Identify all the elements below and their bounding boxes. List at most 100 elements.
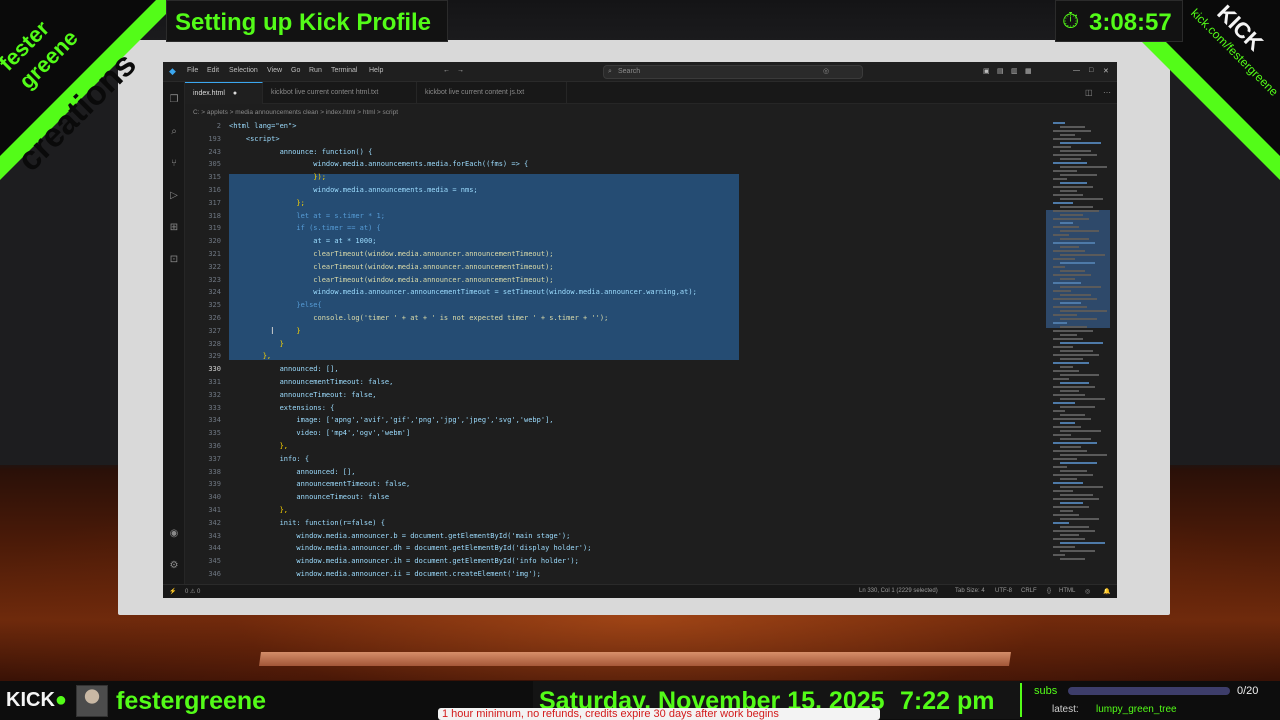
minimap-line xyxy=(1053,554,1065,556)
minimap-line xyxy=(1053,346,1073,348)
code-line[interactable]: }, xyxy=(229,506,288,514)
extensions-icon[interactable]: ⊞ xyxy=(168,222,180,234)
code-line[interactable]: image: ['apng','avif','gif','png','jpg',… xyxy=(229,416,553,424)
line-number: 316 xyxy=(208,186,221,194)
maximize-icon[interactable]: □ xyxy=(1089,67,1093,74)
menu-file[interactable]: File xyxy=(187,67,198,74)
code-line[interactable]: window.media.announcer.announcementTimeo… xyxy=(229,288,697,296)
code-line[interactable]: clearTimeout(window.media.announcer.anno… xyxy=(229,263,553,271)
text-cursor-icon: I xyxy=(271,326,274,337)
minimap-line xyxy=(1060,254,1105,256)
code-line[interactable]: }; xyxy=(229,199,304,207)
code-line[interactable]: window.media.announcements.media = nms; xyxy=(229,186,477,194)
code-line[interactable]: announce: function() { xyxy=(229,148,373,156)
nav-back-icon[interactable]: ← xyxy=(443,67,450,74)
minimap-line xyxy=(1060,510,1073,512)
code-line[interactable]: <html lang="en"> xyxy=(229,122,296,130)
menu-edit[interactable]: Edit xyxy=(207,67,219,74)
code-line[interactable]: window.media.announcer.ii = document.cre… xyxy=(229,570,540,578)
run-debug-icon[interactable]: ▷ xyxy=(168,190,180,202)
menu-view[interactable]: View xyxy=(267,67,282,74)
code-line[interactable]: window.media.announcer.b = document.getE… xyxy=(229,532,570,540)
minimap-line xyxy=(1060,182,1087,184)
code-line[interactable]: window.media.announcements.media.forEach… xyxy=(229,160,528,168)
nav-forward-icon[interactable]: → xyxy=(457,67,464,74)
minimap-line xyxy=(1053,474,1093,476)
code-line[interactable]: announced: [], xyxy=(229,468,355,476)
tab-size[interactable]: Tab Size: 4 xyxy=(955,588,985,594)
menu-help[interactable]: Help xyxy=(369,67,383,74)
account-icon[interactable]: ◉ xyxy=(168,528,180,540)
code-line[interactable]: announced: [], xyxy=(229,365,339,373)
split-editor-icon[interactable]: ◫ xyxy=(1085,88,1093,97)
remote-indicator-icon[interactable]: ⚡ xyxy=(169,588,176,595)
line-number: 326 xyxy=(208,314,221,322)
layout-panel-icon[interactable]: ▤ xyxy=(997,67,1004,75)
code-line[interactable]: announceTimeout: false, xyxy=(229,391,377,399)
code-line[interactable]: init: function(r=false) { xyxy=(229,519,385,527)
code-line[interactable]: announcementTimeout: false, xyxy=(229,378,394,386)
menu-run[interactable]: Run xyxy=(309,67,322,74)
code-line[interactable]: if (s.timer == at) { xyxy=(229,224,380,232)
code-line[interactable]: at = at * 1000; xyxy=(229,237,376,245)
remote-explorer-icon[interactable]: ⊡ xyxy=(168,254,180,266)
braces-icon[interactable]: {} xyxy=(1047,588,1051,594)
menu-selection[interactable]: Selection xyxy=(229,67,258,74)
copilot-status-icon[interactable]: ◎ xyxy=(1085,588,1090,595)
settings-gear-icon[interactable]: ⚙ xyxy=(168,560,180,572)
code-line[interactable]: console.log('timer ' + at + ' is not exp… xyxy=(229,314,608,322)
code-line[interactable]: announceTimeout: false xyxy=(229,493,389,501)
line-number: 243 xyxy=(208,147,221,156)
code-line[interactable]: }, xyxy=(229,352,271,360)
file-encoding[interactable]: UTF-8 xyxy=(995,588,1012,594)
minimap-line xyxy=(1060,142,1101,144)
end-of-line[interactable]: CRLF xyxy=(1021,588,1037,594)
tab-kickbot-js-txt[interactable]: kickbot live current content js.txt xyxy=(417,82,567,104)
code-line[interactable]: clearTimeout(window.media.announcer.anno… xyxy=(229,276,553,284)
tab-kickbot-html-txt[interactable]: kickbot live current content html.txt xyxy=(263,82,417,104)
ticker-banner: 1 hour minimum, no refunds, credits expi… xyxy=(438,708,880,720)
code-line[interactable]: } xyxy=(229,340,284,348)
code-line[interactable]: announcementTimeout: false, xyxy=(229,480,410,488)
minimap-line xyxy=(1060,190,1077,192)
layout-sidebar-icon[interactable]: ▣ xyxy=(983,67,990,75)
code-line[interactable]: window.media.announcer.ih = document.get… xyxy=(229,557,578,565)
menu-terminal[interactable]: Terminal xyxy=(331,67,357,74)
minimize-icon[interactable]: — xyxy=(1073,67,1080,74)
breadcrumb[interactable]: C: > applets > media announcements clean… xyxy=(193,109,398,116)
notifications-bell-icon[interactable]: 🔔 xyxy=(1103,588,1110,595)
minimap-line xyxy=(1053,274,1091,276)
cursor-position[interactable]: Ln 330, Col 1 (2229 selected) xyxy=(859,588,938,594)
code-line[interactable]: video: ['mp4','ogv','webm'] xyxy=(229,429,410,437)
code-editor[interactable]: 2 <html lang="en"> 193 <script> 243 announc… xyxy=(185,122,1045,582)
code-line[interactable]: }, xyxy=(229,442,288,450)
code-line[interactable]: <script> xyxy=(229,135,280,143)
minimap-line xyxy=(1060,438,1091,440)
code-line[interactable]: info: { xyxy=(229,455,310,463)
minimap-line xyxy=(1060,318,1097,320)
minimap-line xyxy=(1053,162,1087,164)
code-line[interactable]: clearTimeout(window.media.announcer.anno… xyxy=(229,250,553,258)
tab-index-html[interactable]: index.html ● xyxy=(185,82,263,104)
vscode-window: ◆ File Edit Selection View Go Run Termin… xyxy=(163,62,1117,598)
minimap-line xyxy=(1060,406,1095,408)
language-mode[interactable]: HTML xyxy=(1059,588,1075,594)
customize-layout-icon[interactable]: ▦ xyxy=(1025,67,1032,75)
line-number: 336 xyxy=(208,442,221,450)
problems-indicator[interactable]: 0 ⚠ 0 xyxy=(185,588,200,595)
minimap-line xyxy=(1053,482,1083,484)
menu-go[interactable]: Go xyxy=(291,67,300,74)
code-line[interactable]: extensions: { xyxy=(229,404,335,412)
minimap-line xyxy=(1053,466,1067,468)
code-line[interactable]: } xyxy=(229,327,300,335)
minimap-line xyxy=(1060,478,1077,480)
minimap-line xyxy=(1053,218,1089,220)
code-line[interactable]: }); xyxy=(229,173,326,181)
minimap[interactable] xyxy=(1049,122,1109,582)
code-line[interactable]: }else{ xyxy=(229,301,321,309)
minimap-line xyxy=(1053,338,1083,340)
code-line[interactable]: let at = s.timer * 1; xyxy=(229,212,385,220)
layout-secondary-icon[interactable]: ▥ xyxy=(1011,67,1018,75)
copilot-icon[interactable]: ◎ xyxy=(823,67,829,75)
code-line[interactable]: window.media.announcer.dh = document.get… xyxy=(229,544,591,552)
